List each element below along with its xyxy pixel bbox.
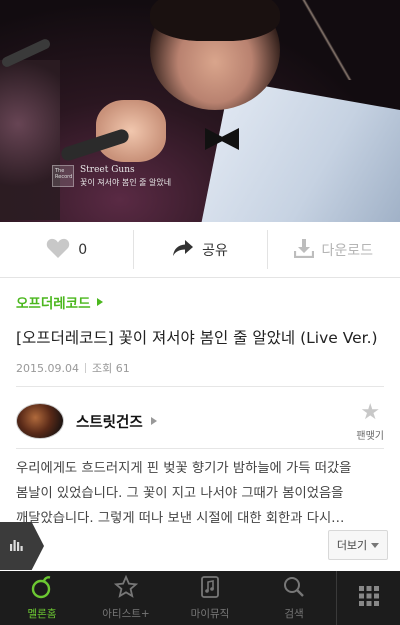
heart-icon: [46, 237, 70, 263]
video-description: 우리에게도 흐드러지게 핀 벚꽃 향기가 밤하늘에 가득 떠갔을 봄날이 있었습…: [16, 456, 386, 531]
fan-button[interactable]: ★ 팬맺기: [356, 400, 384, 443]
publish-date: 2015.09.04: [16, 361, 79, 375]
like-button[interactable]: 0: [0, 222, 133, 277]
artist-name[interactable]: 스트릿건즈: [76, 411, 143, 432]
star-icon: ★: [360, 400, 381, 425]
action-bar: 0 공유 다운로드: [0, 222, 400, 278]
video-caption: The Record Street Guns 꽃이 져서야 봄인 줄 알았네: [52, 165, 171, 188]
nav-search[interactable]: 검색: [252, 571, 336, 625]
share-button[interactable]: 공유: [133, 222, 266, 277]
video-info: 오프더레코드 [오프더레코드] 꽃이 져서야 봄인 줄 알았네 (Live Ve…: [16, 292, 388, 376]
video-singer-hair: [150, 0, 280, 41]
music-note-icon: [198, 575, 222, 603]
nav-melon-home[interactable]: 멜론홈: [0, 571, 84, 625]
more-button[interactable]: 더보기: [328, 530, 388, 560]
download-button[interactable]: 다운로드: [266, 222, 400, 277]
artist-row: 스트릿건즈 ★ 팬맺기: [16, 400, 384, 442]
video-player[interactable]: The Record Street Guns 꽃이 져서야 봄인 줄 알았네: [0, 0, 400, 222]
nav-mymusic[interactable]: 마이뮤직: [168, 571, 252, 625]
chevron-down-icon: [371, 542, 380, 548]
chevron-right-icon: [96, 298, 103, 306]
nav-artist[interactable]: 아티스트+: [84, 571, 168, 625]
nav-menu-grid[interactable]: [336, 571, 400, 625]
grid-menu-icon: [358, 585, 380, 611]
nav-label: 아티스트+: [102, 608, 150, 620]
download-icon: [293, 238, 314, 262]
equalizer-icon: [9, 537, 23, 556]
nav-label: 검색: [284, 608, 304, 620]
description-line: 우리에게도 흐드러지게 핀 벚꽃 향기가 밤하늘에 가득 떠갔을: [16, 461, 352, 476]
view-count: 조회 61: [91, 362, 130, 375]
divider: [16, 448, 384, 449]
video-caption-artist: Street Guns: [80, 165, 135, 175]
video-background-drum: [0, 60, 60, 220]
nav-label: 마이뮤직: [190, 608, 230, 620]
artist-avatar[interactable]: [16, 403, 64, 439]
video-logo: The Record: [52, 165, 74, 187]
bottom-nav: 멜론홈 아티스트+ 마이뮤직 검색: [0, 571, 400, 625]
star-outline-icon: [113, 574, 139, 603]
description-line: 깨달았습니다. 그렇게 떠나 보낸 시절에 대한 회한과 다시…: [16, 511, 345, 526]
video-meta: 2015.09.04 조회 61: [16, 360, 388, 376]
video-background-strings: [300, 0, 360, 80]
divider: [16, 386, 384, 387]
melon-home-icon: [30, 575, 54, 603]
more-label: 더보기: [336, 539, 368, 552]
fan-label: 팬맺기: [356, 431, 384, 442]
share-arrow-icon: [172, 239, 194, 261]
video-singer-hand: [96, 100, 166, 162]
share-label: 공유: [202, 242, 228, 259]
description-line: 봄날이 있었습니다. 그 꽃이 지고 나서야 그때가 봄이었음을: [16, 486, 344, 501]
meta-separator: [84, 363, 86, 373]
download-label: 다운로드: [321, 242, 374, 259]
search-icon: [282, 575, 306, 603]
video-title: [오프더레코드] 꽃이 져서야 봄인 줄 알았네 (Live Ver.): [16, 329, 378, 347]
nav-label: 멜론홈: [27, 608, 57, 620]
channel-name: 오프더레코드: [16, 296, 91, 312]
chevron-right-icon: [150, 417, 157, 425]
channel-link[interactable]: 오프더레코드: [16, 292, 388, 312]
video-caption-song: 꽃이 져서야 봄인 줄 알았네: [80, 178, 172, 187]
like-count: 0: [78, 241, 88, 258]
